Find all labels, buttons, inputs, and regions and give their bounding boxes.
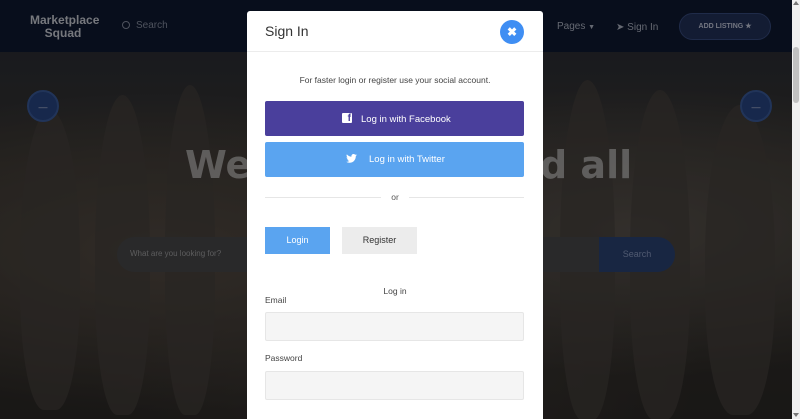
email-field[interactable] [265, 312, 524, 341]
close-button[interactable]: ✖ [500, 20, 524, 44]
modal-title: Sign In [265, 23, 309, 39]
twitter-icon [346, 154, 357, 163]
modal-header: Sign In ✖ [247, 11, 543, 52]
facebook-login-label: Log in with Facebook [361, 114, 451, 125]
or-label: or [381, 192, 409, 202]
password-field[interactable] [265, 371, 524, 400]
form-heading: Log in [383, 286, 407, 296]
scroll-up-icon[interactable] [793, 1, 799, 5]
tab-register[interactable]: Register [342, 227, 417, 254]
facebook-icon: f [342, 113, 352, 123]
sign-in-modal: Sign In ✖ For faster login or register u… [247, 11, 543, 419]
social-login-hint: For faster login or register use your so… [299, 75, 491, 85]
scroll-down-icon[interactable] [793, 413, 799, 417]
twitter-login-button[interactable]: Log in with Twitter [265, 142, 524, 177]
tab-login[interactable]: Login [265, 227, 330, 254]
scrollbar-thumb[interactable] [793, 47, 799, 103]
facebook-login-button[interactable]: f Log in with Facebook [265, 101, 524, 136]
password-label: Password [265, 353, 303, 363]
email-label: Email [265, 295, 287, 305]
close-icon: ✖ [506, 25, 518, 39]
twitter-login-label: Log in with Twitter [369, 154, 445, 165]
page-scrollbar[interactable] [792, 0, 800, 419]
or-divider: or [247, 192, 543, 202]
